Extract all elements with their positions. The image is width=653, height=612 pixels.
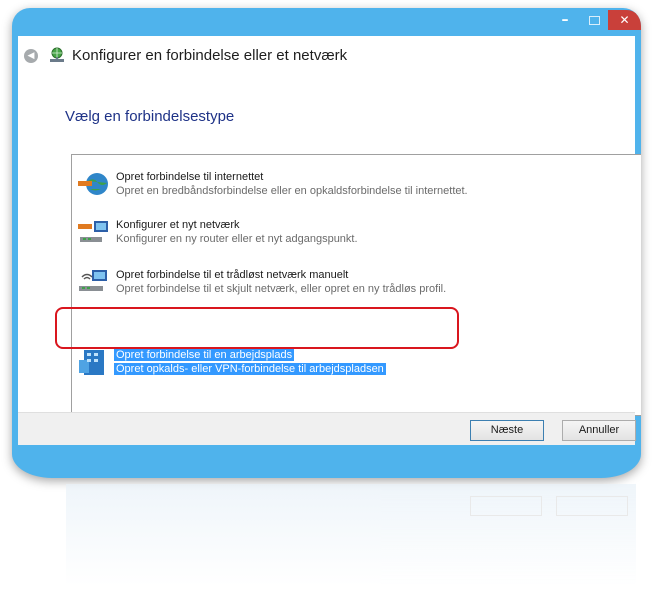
option-description: Opret en bredbåndsforbindelse eller en o… [116,185,468,197]
window-title: Konfigurer en forbindelse eller et netvæ… [72,47,348,64]
dialog-content: ◀ Konfigurer en forbindelse eller et net… [18,36,641,445]
option-wireless-manual[interactable]: Opret forbindelse til et trådløst netvær… [76,265,546,303]
back-arrow-icon: ◀ [27,51,35,61]
option-title: Konfigurer et nyt netværk [116,219,240,231]
option-title: Opret forbindelse til internettet [116,171,264,183]
network-globe-icon [50,47,64,62]
option-new-network[interactable]: Konfigurer et nyt netværk Konfigurer en … [76,215,546,253]
option-description: Opret opkalds- eller VPN-forbindelse til… [114,363,386,375]
minimize-button[interactable]: – [552,10,578,30]
next-button[interactable]: Næste [470,420,544,441]
maximize-button[interactable] [582,10,606,30]
page-heading: Vælg en forbindelsestype [65,108,235,125]
button-bar: Næste Annuller [18,412,636,445]
option-title: Opret forbindelse til en arbejdsplads [114,349,295,361]
selection-highlight-annotation [55,307,459,349]
back-button[interactable]: ◀ [24,49,38,63]
globe-connection-icon [78,173,108,195]
window-reflection [66,484,636,604]
dialog-window: – ✕ ◀ Konfigurer en forbindelse eller et… [12,8,641,478]
connection-type-list[interactable]: Opret forbindelse til internettet Opret … [71,154,641,416]
reflection-next-button [470,496,542,516]
close-icon: ✕ [619,13,630,27]
wireless-network-icon [79,270,107,291]
maximize-icon [588,15,600,25]
minimize-icon: – [561,12,569,28]
title-bar: – ✕ [12,8,641,36]
navigation-bar: ◀ Konfigurer en forbindelse eller et net… [18,36,635,76]
option-description: Konfigurer en ny router eller et nyt adg… [116,233,358,245]
option-title: Opret forbindelse til et trådløst netvær… [116,269,349,281]
option-description: Opret forbindelse til et skjult netværk,… [116,283,447,295]
option-workplace[interactable]: Opret forbindelse til en arbejdsplads Op… [76,345,546,383]
reflection-cancel-button [556,496,628,516]
network-router-icon [78,221,108,242]
close-button[interactable]: ✕ [608,10,641,30]
option-internet[interactable]: Opret forbindelse til internettet Opret … [76,167,546,205]
workplace-icon [79,350,104,375]
cancel-button[interactable]: Annuller [562,420,636,441]
